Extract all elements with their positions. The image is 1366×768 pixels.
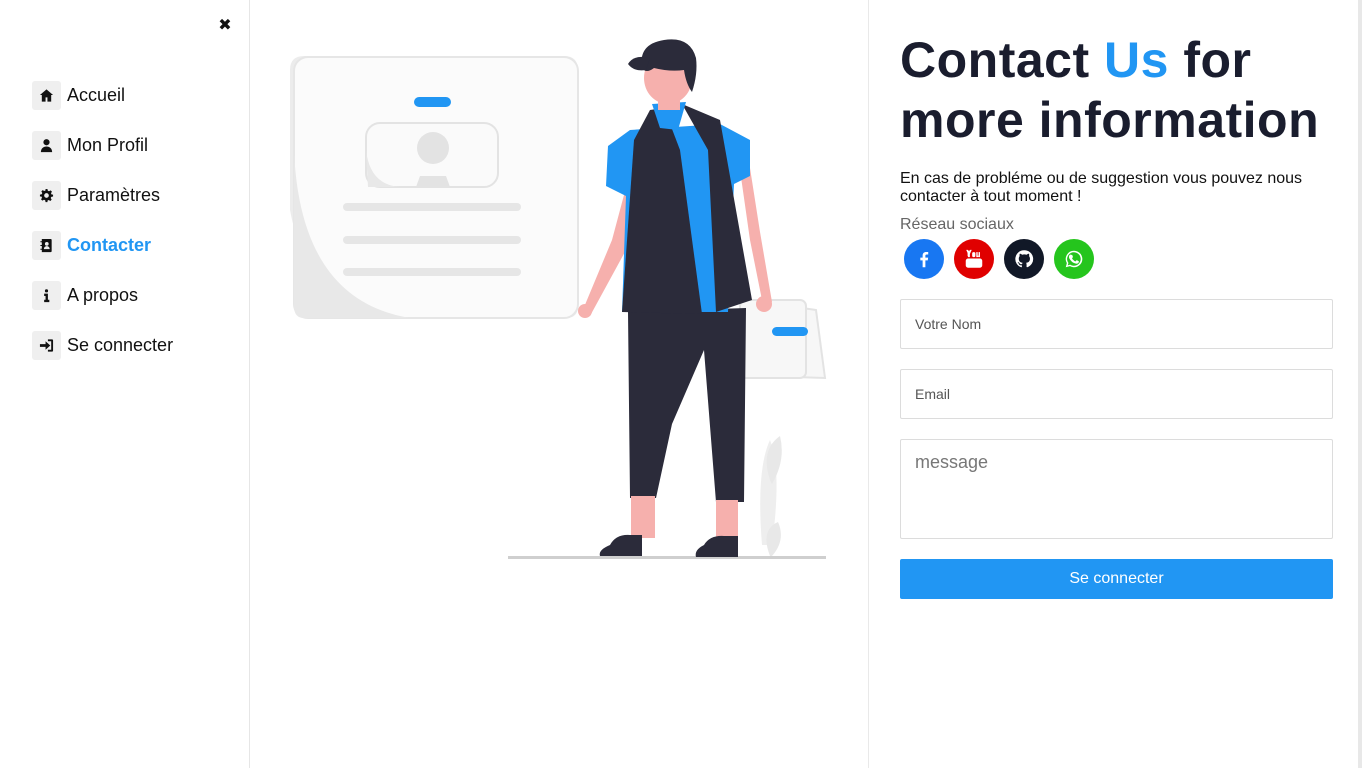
sidebar-item-label: Accueil [67,84,126,105]
sign-in-icon [32,330,61,360]
facebook-button[interactable] [904,239,944,279]
sidebar-item-mon-profil[interactable]: Mon Profil [32,130,173,160]
title-accent: Us [1104,32,1169,88]
sidebar-item-label: A propos [67,284,139,305]
page-title: Contact Us for more information [900,30,1340,150]
close-icon[interactable]: ✖ [216,16,234,36]
social-label: Réseau sociaux [900,216,1014,233]
whatsapp-icon [1065,250,1083,268]
gear-icon [32,180,61,210]
sidebar-item-label: Contacter [67,234,152,255]
contact-panel: Contact Us for more information En cas d… [868,0,1362,768]
facebook-icon [920,251,929,268]
whatsapp-button[interactable] [1054,239,1094,279]
user-icon [32,130,61,160]
youtube-icon [965,249,983,268]
name-field[interactable] [900,299,1333,349]
github-icon [1015,250,1034,268]
address-book-icon [32,230,61,260]
contact-illustration [250,0,868,768]
person-with-card-illustration [290,39,827,559]
scrollbar[interactable] [1358,0,1362,768]
title-part-1: Contact [900,32,1104,88]
sidebar-item-contacter[interactable]: Contacter [32,230,173,260]
sidebar-item-label: Mon Profil [67,134,149,155]
sidebar-item-a-propos[interactable]: A propos [32,280,173,310]
info-icon [32,280,61,310]
submit-button[interactable]: Se connecter [900,559,1333,599]
sidebar: ✖ Accueil Mon Profil Paramètres Contacte… [0,0,250,768]
sidebar-item-label: Se connecter [67,334,174,355]
email-field[interactable] [900,369,1333,419]
contact-description: En cas de probléme ou de suggestion vous… [900,170,1303,205]
sidebar-nav: Accueil Mon Profil Paramètres Contacter … [32,80,173,380]
sidebar-item-se-connecter[interactable]: Se connecter [32,330,173,360]
youtube-button[interactable] [954,239,994,279]
sidebar-item-parametres[interactable]: Paramètres [32,180,173,210]
social-links [904,239,1104,279]
home-icon [32,80,61,110]
sidebar-item-accueil[interactable]: Accueil [32,80,173,110]
github-button[interactable] [1004,239,1044,279]
sidebar-item-label: Paramètres [67,184,161,205]
message-field[interactable] [900,439,1333,539]
